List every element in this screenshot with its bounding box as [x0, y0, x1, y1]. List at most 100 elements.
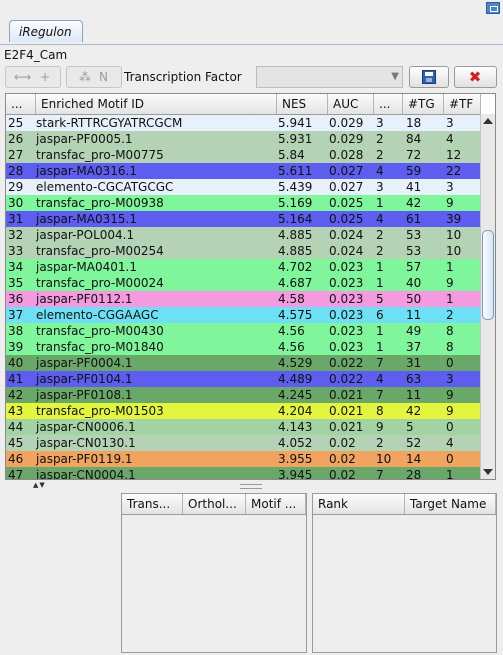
restore-window-icon[interactable] — [486, 2, 500, 14]
motif-id-cell: jaspar-CN0130.1 — [36, 436, 136, 450]
auc-cell: 0.023 — [329, 340, 364, 354]
transcription-factor-label: Transcription Factor — [124, 70, 242, 84]
rank-cell: 39 — [8, 340, 24, 354]
tab-strip: iRegulon — [0, 20, 503, 45]
nes-cell: 5.169 — [278, 196, 313, 210]
table-row[interactable]: 34 jaspar-MA0401.1 4.702 0.023 1 57 1 — [6, 259, 481, 275]
save-button[interactable] — [409, 66, 449, 88]
motif-id-cell: transfac_pro-M00775 — [36, 148, 164, 162]
tg-cell: 18 — [406, 116, 422, 130]
col-auc-header[interactable]: AUC — [328, 94, 374, 114]
scroll-up-icon[interactable] — [483, 118, 493, 124]
vertical-scrollbar[interactable] — [480, 114, 495, 479]
cluster-cell: 4 — [376, 212, 384, 226]
col-target-rank-header[interactable]: Rank — [313, 494, 405, 514]
tf-cell: 8 — [446, 340, 454, 354]
motif-id-cell: jaspar-MA0315.1 — [36, 212, 137, 226]
table-row[interactable]: 35 transfac_pro-M00024 4.687 0.023 1 40 9 — [6, 275, 481, 291]
tf-cell: 9 — [446, 196, 454, 210]
tf-cell: 3 — [446, 116, 454, 130]
red-x-icon: ✖ — [468, 68, 482, 86]
table-row[interactable]: 32 jaspar-POL004.1 4.885 0.024 2 53 10 — [6, 227, 481, 243]
table-row[interactable]: 28 jaspar-MA0316.1 5.611 0.027 4 59 22 — [6, 163, 481, 179]
split-pane-divider[interactable]: ▲▼ — [0, 481, 503, 491]
table-row[interactable]: 25 stark-RTTRCGYATRCGCM 5.941 0.029 3 18 3 — [6, 115, 481, 131]
table-row[interactable]: 44 jaspar-CN0006.1 4.143 0.021 9 5 0 — [6, 419, 481, 435]
col-motif-id-header[interactable]: Enriched Motif ID — [36, 94, 277, 114]
col-target-name-header[interactable]: Target Name — [405, 494, 496, 514]
tab-iregulon[interactable]: iRegulon — [9, 20, 83, 42]
rank-cell: 47 — [8, 468, 24, 480]
rank-cell: 37 — [8, 308, 24, 322]
col-motif-similarity-header[interactable]: Motif ... — [246, 494, 306, 514]
cluster-cell: 1 — [376, 260, 384, 274]
scroll-down-icon[interactable] — [483, 469, 493, 475]
tg-cell: 42 — [406, 196, 422, 210]
table-row[interactable]: 43 transfac_pro-M01503 4.204 0.021 8 42 9 — [6, 403, 481, 419]
tf-cell: 12 — [446, 148, 462, 162]
table-row[interactable]: 46 jaspar-PF0119.1 3.955 0.02 10 14 0 — [6, 451, 481, 467]
nes-cell: 5.611 — [278, 164, 313, 178]
nes-cell: 4.489 — [278, 372, 313, 386]
table-row[interactable]: 33 transfac_pro-M00254 4.885 0.024 2 53 10 — [6, 243, 481, 259]
tg-cell: 28 — [406, 468, 422, 480]
col-tg-header[interactable]: #TG — [403, 94, 444, 114]
cluster-cell: 8 — [376, 404, 384, 418]
motif-table: ... Enriched Motif ID NES AUC... #TG #TF 25st… — [5, 93, 496, 480]
table-row[interactable]: 41 jaspar-PF0104.1 4.489 0.022 4 63 3 — [6, 371, 481, 387]
col-orthology-header[interactable]: Orthol... — [183, 494, 246, 514]
col-cluster-header[interactable]: ... — [374, 94, 403, 114]
cluster-cell: 7 — [376, 468, 384, 480]
rank-cell: 42 — [8, 388, 24, 402]
table-row[interactable]: 30 transfac_pro-M00938 5.169 0.025 1 42 9 — [6, 195, 481, 211]
motif-id-cell: jaspar-PF0104.1 — [36, 372, 133, 386]
col-transcription-factor-header[interactable]: Trans... — [122, 494, 183, 514]
table-row[interactable]: 26 jaspar-PF0005.1 5.931 0.029 2 84 4 — [6, 131, 481, 147]
nes-cell: 4.885 — [278, 244, 313, 258]
table-row[interactable]: 37 elemento-CGGAAGC 4.575 0.023 6 11 2 — [6, 307, 481, 323]
nes-cell: 5.941 — [278, 116, 313, 130]
tg-cell: 72 — [406, 148, 422, 162]
network-button-label: N — [99, 70, 108, 84]
auc-cell: 0.023 — [329, 324, 364, 338]
cluster-cell: 1 — [376, 324, 384, 338]
motif-id-cell: jaspar-PF0004.1 — [36, 356, 133, 370]
motif-id-cell: transfac_pro-M00430 — [36, 324, 164, 338]
table-row[interactable]: 38 transfac_pro-M00430 4.56 0.023 1 49 8 — [6, 323, 481, 339]
cluster-cell: 5 — [376, 292, 384, 306]
table-row[interactable]: 47 jaspar-CN0004.1 3.945 0.02 7 28 1 — [6, 467, 481, 480]
table-row[interactable]: 39 transfac_pro-M01840 4.56 0.023 1 37 8 — [6, 339, 481, 355]
col-nes-header[interactable]: NES — [277, 94, 328, 114]
tg-cell: 40 — [406, 276, 422, 290]
table-row[interactable]: 40 jaspar-PF0004.1 4.529 0.022 7 31 0 — [6, 355, 481, 371]
collapse-arrows-icon[interactable]: ▲▼ — [33, 481, 46, 489]
rank-cell: 31 — [8, 212, 24, 226]
table-row[interactable]: 36 jaspar-PF0112.1 4.58 0.023 5 50 1 — [6, 291, 481, 307]
tg-cell: 41 — [406, 180, 422, 194]
motif-id-cell: jaspar-PF0119.1 — [36, 452, 133, 466]
table-row[interactable]: 29 elemento-CGCATGCGC 5.439 0.027 3 41 3 — [6, 179, 481, 195]
scroll-thumb[interactable] — [482, 230, 494, 320]
table-row[interactable]: 31 jaspar-MA0315.1 5.164 0.025 4 61 39 — [6, 211, 481, 227]
col-tf-header[interactable]: #TF — [444, 94, 481, 114]
close-button[interactable]: ✖ — [454, 66, 497, 88]
nes-cell: 4.702 — [278, 260, 313, 274]
transcription-factor-select[interactable]: ▼ — [256, 66, 403, 88]
table-row[interactable]: 45 jaspar-CN0130.1 4.052 0.02 2 52 4 — [6, 435, 481, 451]
tf-cell: 3 — [446, 372, 454, 386]
col-rank-header[interactable]: ... — [6, 94, 36, 114]
table-row[interactable]: 27 transfac_pro-M00775 5.84 0.028 2 72 12 — [6, 147, 481, 163]
motif-id-cell: jaspar-PF0108.1 — [36, 388, 133, 402]
rank-cell: 40 — [8, 356, 24, 370]
motif-id-cell: transfac_pro-M00024 — [36, 276, 164, 290]
create-network-button[interactable]: ⁂ N — [66, 66, 122, 88]
rank-cell: 34 — [8, 260, 24, 274]
rank-cell: 36 — [8, 292, 24, 306]
add-to-network-button[interactable]: ⟷ + — [5, 66, 61, 88]
tg-cell: 49 — [406, 324, 422, 338]
tf-cell: 10 — [446, 228, 462, 242]
tf-cell: 4 — [446, 436, 454, 450]
cluster-cell: 6 — [376, 308, 384, 322]
table-row[interactable]: 42 jaspar-PF0108.1 4.245 0.021 7 11 9 — [6, 387, 481, 403]
cluster-cell: 1 — [376, 196, 384, 210]
